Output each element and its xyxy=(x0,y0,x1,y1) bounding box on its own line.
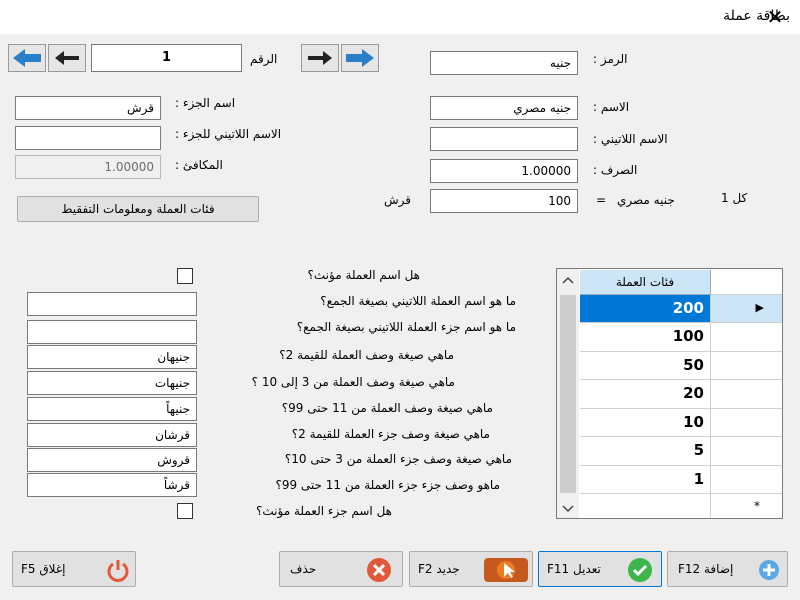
row-selector[interactable] xyxy=(711,352,782,380)
question-label: ماهي صيغة وصف العملة للقيمة 2؟ xyxy=(279,348,454,362)
latin-name-field[interactable] xyxy=(430,127,578,151)
question-label: هل اسم العملة مؤنث؟ xyxy=(307,268,420,282)
grid-header-spacer xyxy=(711,270,782,295)
denominations-button[interactable]: فئات العملة ومعلومات التفقيط xyxy=(17,196,259,222)
row-selector[interactable] xyxy=(711,323,782,352)
question-label: ماهي صيغة وصف العملة من 11 حتى 99؟ xyxy=(281,401,493,415)
new-button[interactable]: جديد F2 xyxy=(409,551,533,587)
delete-label: حذف xyxy=(290,562,317,576)
name-field[interactable]: جنيه مصري xyxy=(430,96,578,120)
close-icon[interactable]: ✕ xyxy=(762,4,788,30)
delete-icon xyxy=(367,558,391,582)
next-record-button[interactable] xyxy=(301,44,339,72)
plus-icon xyxy=(759,560,779,580)
grid-row-cell[interactable]: 20 xyxy=(580,380,711,409)
grid-row-cell[interactable]: 100 xyxy=(580,323,711,352)
arrow-left-blue-icon xyxy=(13,49,41,67)
new-row-selector[interactable]: * xyxy=(711,494,782,518)
every-one-label: كل 1 xyxy=(721,191,748,205)
question-label: ماهي صيغة وصف جزء العملة من 3 حتى 10؟ xyxy=(284,452,512,466)
question-field[interactable]: قرشاً xyxy=(27,473,197,497)
rate-field[interactable]: 1.00000 xyxy=(430,159,578,183)
current-row-icon: ▶ xyxy=(755,301,764,314)
grid-row-cell[interactable]: 50 xyxy=(580,352,711,380)
title-bar xyxy=(0,0,800,34)
sub-units-field[interactable]: 100 xyxy=(430,189,578,213)
question-field[interactable]: جنيهان xyxy=(27,345,197,369)
close-label: إغلاق F5 xyxy=(21,562,66,576)
scroll-down-icon[interactable] xyxy=(560,500,576,516)
new-row-marker: * xyxy=(754,499,760,513)
question-label: هل اسم جزء العملة مؤنث؟ xyxy=(256,504,392,518)
symbol-field[interactable]: جنيه xyxy=(430,51,578,75)
close-button[interactable]: إغلاق F5 xyxy=(12,551,136,587)
latin-name-label: الاسم اللاتيني : xyxy=(593,132,668,146)
equiv-label: المكافئ : xyxy=(175,158,223,172)
question-field[interactable]: قروش xyxy=(27,448,197,472)
power-icon xyxy=(107,560,129,582)
name-label: الاسم : xyxy=(593,100,630,114)
check-icon xyxy=(628,558,652,582)
grid-column-header[interactable]: فئات العملة xyxy=(580,270,711,295)
row-selector[interactable]: ▶ xyxy=(711,295,782,323)
delete-button[interactable]: حذف xyxy=(279,551,403,587)
question-label: ما هو اسم العملة اللاتيني بصيغة الجمع؟ xyxy=(320,294,516,308)
grid-row-cell[interactable]: 1 xyxy=(580,466,711,494)
part-latin-label: الاسم اللاتيني للجزء : xyxy=(175,127,282,141)
currency-feminine-checkbox[interactable] xyxy=(177,268,193,284)
add-label: إضافة F12 xyxy=(678,562,734,576)
question-label: ماهي صيغة وصف العملة من 3 إلى 10 ؟ xyxy=(251,375,455,389)
question-field[interactable]: جنيهات xyxy=(27,371,197,395)
new-icon xyxy=(484,558,528,582)
question-field[interactable]: قرشان xyxy=(27,423,197,447)
scrollbar-thumb[interactable] xyxy=(560,295,576,493)
last-record-button[interactable] xyxy=(341,44,379,72)
question-field[interactable]: جنيهاً xyxy=(27,397,197,421)
previous-record-button[interactable] xyxy=(48,44,86,72)
new-row-cell[interactable] xyxy=(580,494,711,518)
part-latin-field[interactable] xyxy=(15,126,161,150)
scroll-up-icon[interactable] xyxy=(560,273,576,289)
new-label: جديد F2 xyxy=(418,562,460,576)
arrow-left-icon xyxy=(55,51,79,65)
question-label: ما هو اسم جزء العملة اللاتيني بصيغة الجم… xyxy=(296,320,516,334)
sub-unit-label: قرش xyxy=(384,193,412,207)
grid-row-cell[interactable]: 5 xyxy=(580,437,711,466)
edit-button[interactable]: تعديل F11 xyxy=(538,551,662,587)
row-selector[interactable] xyxy=(711,437,782,466)
currency-name-inline: جنيه مصري xyxy=(617,193,675,207)
part-name-label: اسم الجزء : xyxy=(175,96,236,110)
part-feminine-checkbox[interactable] xyxy=(177,503,193,519)
question-label: ماهو وصف جزء جزء العملة من 11 حتى 99؟ xyxy=(275,478,500,492)
row-selector[interactable] xyxy=(711,380,782,409)
add-button[interactable]: إضافة F12 xyxy=(667,551,788,587)
row-selector[interactable] xyxy=(711,466,782,494)
arrow-right-icon xyxy=(308,51,332,65)
part-name-field[interactable]: قرش xyxy=(15,96,161,120)
row-selector[interactable] xyxy=(711,409,782,437)
record-number-label: الرقم xyxy=(250,52,278,66)
symbol-label: الرمز : xyxy=(593,52,628,66)
equals-sign: = xyxy=(596,193,607,207)
first-record-button[interactable] xyxy=(8,44,46,72)
question-label: ماهي صيغة وصف جزء العملة للقيمة 2؟ xyxy=(291,427,490,441)
record-number-field[interactable]: 1 xyxy=(91,44,242,72)
grid-row-cell[interactable]: 200 xyxy=(580,295,711,323)
equiv-field: 1.00000 xyxy=(15,155,161,179)
arrow-right-blue-icon xyxy=(346,49,374,67)
question-field[interactable] xyxy=(27,320,197,344)
edit-label: تعديل F11 xyxy=(547,562,601,576)
grid-row-cell[interactable]: 10 xyxy=(580,409,711,437)
rate-label: الصرف : xyxy=(593,163,638,177)
question-field[interactable] xyxy=(27,292,197,316)
